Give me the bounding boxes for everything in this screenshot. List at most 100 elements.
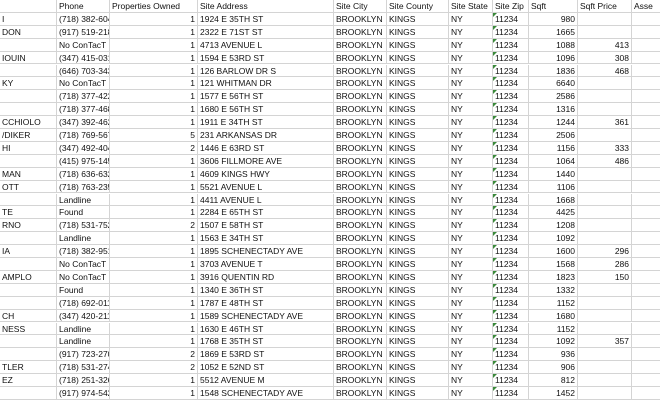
asse-cell[interactable] — [632, 271, 660, 284]
name-cell[interactable]: RNO — [0, 219, 57, 233]
phone-cell[interactable]: (347) 492-4041 — [57, 141, 110, 155]
site-city-cell[interactable]: BROOKLYN — [334, 167, 387, 181]
site-city-cell[interactable]: BROOKLYN — [334, 129, 387, 142]
sqft-cell[interactable]: 1208 — [529, 219, 578, 233]
site-city-cell[interactable]: BROOKLYN — [334, 219, 387, 233]
phone-cell[interactable]: (917) 723-2700 - — [57, 348, 110, 362]
phone-cell[interactable]: (718) 769-5675 — [57, 129, 110, 142]
site-state-cell[interactable]: NY — [449, 12, 493, 26]
sqft-cell[interactable]: 1452 — [529, 387, 578, 400]
properties-owned-cell[interactable]: 1 — [110, 270, 198, 284]
phone-cell[interactable]: (347) 420-2116 - — [57, 309, 110, 323]
site-address-cell[interactable]: 1563 E 34TH ST — [198, 232, 334, 246]
phone-cell[interactable]: Landline — [57, 322, 110, 336]
asse-cell[interactable] — [632, 168, 660, 181]
sqft-price-cell[interactable] — [578, 374, 632, 387]
name-cell[interactable]: OTT — [0, 180, 57, 194]
sqft-price-cell[interactable] — [578, 25, 632, 39]
site-address-cell[interactable]: 2322 E 71ST ST — [198, 25, 334, 39]
sqft-cell[interactable]: 1665 — [529, 25, 578, 39]
header-sqft-price[interactable]: Sqft Price — [578, 0, 632, 13]
sqft-cell[interactable]: 1440 — [529, 167, 578, 181]
site-address-cell[interactable]: 1507 E 58TH ST — [198, 219, 334, 233]
sqft-cell[interactable]: 1316 — [529, 103, 578, 117]
site-city-cell[interactable]: BROOKLYN — [334, 258, 387, 271]
sqft-price-cell[interactable] — [578, 296, 632, 310]
sqft-cell[interactable]: 1244 — [529, 116, 578, 129]
site-state-cell[interactable]: NY — [449, 167, 493, 181]
phone-cell[interactable]: (718) 382-6049 — [57, 12, 110, 26]
properties-owned-cell[interactable]: 5 — [110, 129, 198, 142]
site-city-cell[interactable]: BROOKLYN — [334, 232, 387, 246]
site-zip-cell[interactable]: 11234 — [493, 374, 529, 387]
sqft-price-cell[interactable]: 296 — [578, 245, 632, 258]
properties-owned-cell[interactable]: 1 — [110, 90, 198, 104]
sqft-cell[interactable]: 2506 — [529, 129, 578, 142]
site-zip-cell[interactable]: 11234 — [493, 12, 529, 26]
phone-cell[interactable]: (718) 763-2353 — [57, 180, 110, 194]
site-county-cell[interactable]: KINGS — [387, 129, 449, 142]
name-cell[interactable] — [0, 258, 57, 271]
asse-cell[interactable] — [632, 374, 660, 387]
site-address-cell[interactable]: 1680 E 56TH ST — [198, 103, 334, 117]
sqft-price-cell[interactable]: 468 — [578, 64, 632, 78]
site-city-cell[interactable]: BROOKLYN — [334, 361, 387, 375]
sqft-cell[interactable]: 1152 — [529, 296, 578, 310]
sqft-price-cell[interactable]: 308 — [578, 51, 632, 65]
site-county-cell[interactable]: KINGS — [387, 348, 449, 362]
site-city-cell[interactable]: BROOKLYN — [334, 51, 387, 65]
asse-cell[interactable] — [632, 387, 660, 400]
properties-owned-cell[interactable]: 2 — [110, 141, 198, 155]
phone-cell[interactable]: (718) 377-4686 — [57, 103, 110, 117]
header-name[interactable] — [0, 0, 57, 13]
site-state-cell[interactable]: NY — [449, 77, 493, 91]
asse-cell[interactable] — [632, 232, 660, 245]
site-state-cell[interactable]: NY — [449, 51, 493, 65]
properties-owned-cell[interactable]: 1 — [110, 180, 198, 194]
asse-cell[interactable] — [632, 284, 660, 297]
name-cell[interactable]: CH — [0, 309, 57, 323]
name-cell[interactable] — [0, 154, 57, 168]
site-county-cell[interactable]: KINGS — [387, 167, 449, 181]
phone-cell[interactable]: Found — [57, 283, 110, 297]
asse-cell[interactable] — [632, 13, 660, 26]
sqft-cell[interactable]: 1092 — [529, 232, 578, 246]
site-address-cell[interactable]: 3916 QUENTIN RD — [198, 270, 334, 284]
site-county-cell[interactable]: KINGS — [387, 206, 449, 220]
sqft-cell[interactable]: 1156 — [529, 141, 578, 155]
sqft-price-cell[interactable]: 486 — [578, 154, 632, 168]
sqft-cell[interactable]: 1332 — [529, 283, 578, 297]
site-address-cell[interactable]: 4411 AVENUE L — [198, 193, 334, 207]
sqft-price-cell[interactable] — [578, 322, 632, 336]
header-site-city[interactable]: Site City — [334, 0, 387, 13]
site-zip-cell[interactable]: 11234 — [493, 77, 529, 91]
site-city-cell[interactable]: BROOKLYN — [334, 283, 387, 297]
asse-cell[interactable] — [632, 245, 660, 258]
name-cell[interactable]: EZ — [0, 374, 57, 387]
phone-cell[interactable]: Landline — [57, 335, 110, 349]
phone-cell[interactable]: (917) 974-5422 - — [57, 387, 110, 400]
site-zip-cell[interactable]: 11234 — [493, 90, 529, 104]
site-state-cell[interactable]: NY — [449, 25, 493, 39]
sqft-cell[interactable]: 6640 — [529, 77, 578, 91]
site-address-cell[interactable]: 1924 E 35TH ST — [198, 12, 334, 26]
site-address-cell[interactable]: 1630 E 46TH ST — [198, 322, 334, 336]
properties-owned-cell[interactable]: 2 — [110, 348, 198, 362]
site-city-cell[interactable]: BROOKLYN — [334, 322, 387, 336]
phone-cell[interactable]: (718) 251-3260 - — [57, 374, 110, 387]
site-county-cell[interactable]: KINGS — [387, 219, 449, 233]
asse-cell[interactable] — [632, 348, 660, 361]
sqft-price-cell[interactable] — [578, 193, 632, 207]
site-county-cell[interactable]: KINGS — [387, 180, 449, 194]
site-city-cell[interactable]: BROOKLYN — [334, 348, 387, 362]
name-cell[interactable]: DON — [0, 25, 57, 39]
site-city-cell[interactable]: BROOKLYN — [334, 374, 387, 387]
site-county-cell[interactable]: KINGS — [387, 25, 449, 39]
site-address-cell[interactable]: 121 WHITMAN DR — [198, 77, 334, 91]
sqft-cell[interactable]: 1092 — [529, 335, 578, 349]
sqft-cell[interactable]: 4425 — [529, 206, 578, 220]
phone-cell[interactable]: Landline — [57, 232, 110, 246]
site-state-cell[interactable]: NY — [449, 38, 493, 52]
sqft-price-cell[interactable] — [578, 180, 632, 194]
asse-cell[interactable] — [632, 335, 660, 348]
